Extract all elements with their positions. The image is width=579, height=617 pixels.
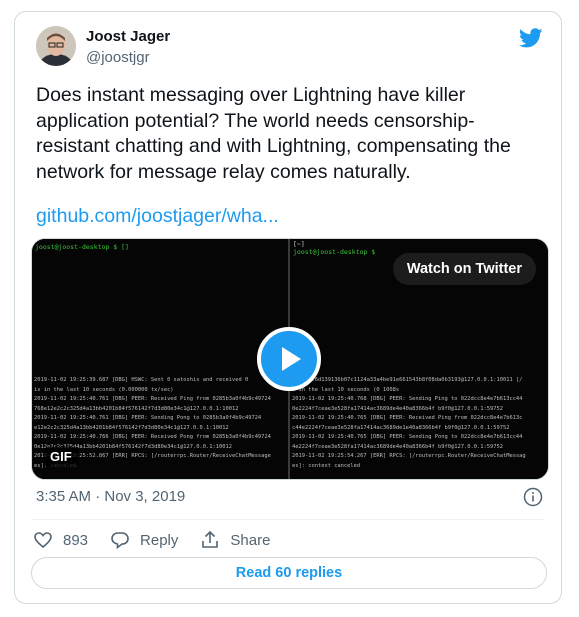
reply-label: Reply: [140, 531, 179, 549]
like-count: 893: [63, 531, 89, 549]
play-button[interactable]: [257, 327, 321, 391]
tweet-card: Joost Jager @joostjgr Does instant messa…: [14, 11, 562, 604]
share-label: Share: [230, 531, 271, 549]
watch-on-twitter-button[interactable]: Watch on Twitter: [392, 253, 536, 285]
terminal-prompt-right: joost@joost-desktop $: [293, 248, 376, 256]
play-icon: [282, 347, 301, 371]
tweet-timestamp[interactable]: 3:35 AM · Nov 3, 2019: [36, 488, 185, 505]
reply-action[interactable]: Reply: [110, 530, 178, 550]
terminal-title-right: [~]: [293, 240, 305, 248]
avatar[interactable]: [36, 26, 76, 66]
gif-badge: GIF: [44, 447, 78, 467]
heart-icon: [34, 532, 52, 549]
share-icon: [202, 530, 219, 548]
separator: [31, 519, 545, 520]
terminal-log-right: 02a5ebf6d139136b07c1124a33a4be91e661543b…: [292, 377, 526, 469]
info-icon[interactable]: [523, 487, 543, 507]
terminal-prompt-left: joost@joost-desktop $ []: [35, 243, 129, 251]
like-action[interactable]: 893: [33, 530, 88, 550]
author-name[interactable]: Joost Jager: [86, 28, 170, 45]
terminal-pane-left: joost@joost-desktop $ [] 2019-11-02 19:2…: [32, 239, 288, 479]
reply-icon: [111, 532, 129, 550]
media-preview[interactable]: joost@joost-desktop $ [] 2019-11-02 19:2…: [31, 238, 549, 480]
twitter-bird-icon[interactable]: [519, 26, 543, 50]
action-bar: 893 Reply Share: [33, 527, 292, 553]
tweet-link[interactable]: github.com/joostjager/wha...: [36, 205, 279, 228]
read-replies-button[interactable]: Read 60 replies: [31, 557, 547, 589]
share-action[interactable]: Share: [200, 530, 270, 550]
tweet-text: Does instant messaging over Lightning ha…: [36, 84, 511, 183]
author-handle[interactable]: @joostjgr: [86, 49, 150, 66]
